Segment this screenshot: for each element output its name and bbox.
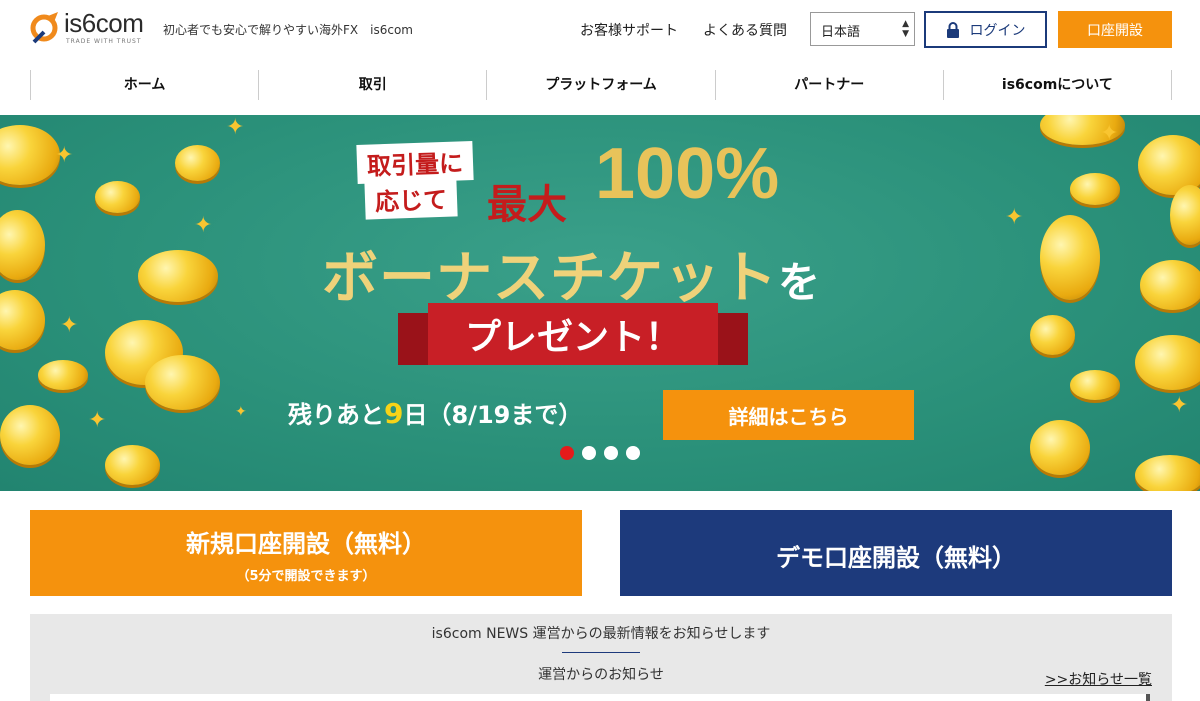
open-live-subtitle: （5分で開設できます） bbox=[236, 569, 376, 584]
site-header: is6com TRADE WITH TRUST 初心者でも安心で解りやすい海外F… bbox=[0, 0, 1200, 60]
main-nav: ホーム 取引 プラットフォーム パートナー is6comについて bbox=[30, 70, 1173, 100]
language-select[interactable]: 日本語 ▲ ▼ bbox=[810, 12, 915, 46]
sparkle-icon: ✦ bbox=[1170, 393, 1189, 418]
sparkle-icon: ✦ bbox=[55, 143, 74, 168]
nav-item-trading[interactable]: 取引 bbox=[258, 70, 486, 100]
news-section: is6com NEWS 運営からの最新情報をお知らせします 運営からのお知らせ … bbox=[30, 614, 1172, 701]
open-live-account-button[interactable]: 新規口座開設（無料） （5分で開設できます） bbox=[30, 510, 582, 596]
banner-detail-button[interactable]: 詳細はこちら bbox=[663, 390, 914, 440]
banner-tag-line2: 応じて bbox=[364, 177, 458, 220]
sparkle-icon: ✦ bbox=[1005, 205, 1024, 230]
carousel-dot-3[interactable] bbox=[604, 446, 618, 460]
news-list bbox=[50, 694, 1150, 701]
coin-decoration bbox=[145, 355, 220, 410]
logo-tagline: TRADE WITH TRUST bbox=[66, 38, 142, 45]
coin-decoration bbox=[175, 145, 220, 181]
logo-text: is6com bbox=[64, 8, 144, 38]
coin-decoration bbox=[1070, 173, 1120, 205]
open-demo-account-button[interactable]: デモ口座開設（無料） bbox=[620, 510, 1172, 596]
sparkle-icon: ✦ bbox=[1100, 121, 1119, 146]
news-subtitle: 運営からのお知らせ bbox=[538, 667, 664, 683]
select-arrows-icon: ▲ ▼ bbox=[902, 19, 909, 39]
coin-decoration bbox=[1040, 215, 1100, 300]
coin-decoration bbox=[95, 181, 140, 213]
coin-decoration bbox=[38, 360, 88, 390]
coin-decoration bbox=[1070, 370, 1120, 400]
open-demo-title: デモ口座開設（無料） bbox=[776, 544, 1016, 572]
promo-banner[interactable]: ✦ ✦ ✦ ✦ ✦ ✦ ✦ ✦ ✦ 取引量に 応じて 最大 100% ボーナスチ… bbox=[0, 115, 1200, 491]
language-value: 日本語 bbox=[821, 25, 861, 40]
sparkle-icon: ✦ bbox=[88, 408, 107, 433]
coin-decoration bbox=[0, 405, 60, 465]
ribbon-text: プレゼント！ bbox=[428, 303, 718, 365]
banner-headline-text: ボーナスチケット bbox=[322, 246, 778, 311]
coin-decoration bbox=[138, 250, 218, 302]
banner-headline: ボーナスチケットを bbox=[322, 233, 821, 314]
coin-decoration bbox=[0, 210, 45, 280]
carousel-dot-1[interactable] bbox=[560, 446, 574, 460]
open-account-button[interactable]: 口座開設 bbox=[1058, 11, 1172, 48]
banner-headline-suffix: を bbox=[778, 258, 822, 307]
carousel-dots bbox=[560, 446, 640, 460]
coin-decoration bbox=[105, 445, 160, 485]
site-tagline: 初心者でも安心で解りやすい海外FX is6com bbox=[163, 23, 413, 37]
news-title: is6com NEWS 運営からの最新情報をお知らせします bbox=[431, 626, 771, 642]
support-link[interactable]: お客様サポート bbox=[580, 20, 678, 40]
logo-mark-icon bbox=[30, 12, 58, 44]
nav-item-platform[interactable]: プラットフォーム bbox=[486, 70, 714, 100]
coin-decoration bbox=[0, 290, 45, 350]
coin-decoration bbox=[0, 125, 60, 185]
carousel-dot-2[interactable] bbox=[582, 446, 596, 460]
site-logo[interactable]: is6com TRADE WITH TRUST bbox=[30, 8, 150, 50]
nav-item-home[interactable]: ホーム bbox=[30, 70, 258, 100]
sparkle-icon: ✦ bbox=[60, 313, 79, 338]
banner-percent: 100% bbox=[595, 134, 780, 214]
remain-prefix: 残りあと bbox=[288, 401, 384, 429]
coin-decoration bbox=[1140, 260, 1200, 310]
coin-decoration bbox=[1030, 420, 1090, 475]
login-button[interactable]: ログイン bbox=[924, 11, 1047, 48]
banner-ribbon: プレゼント！ bbox=[398, 303, 748, 373]
open-live-title: 新規口座開設（無料） bbox=[186, 530, 426, 558]
news-divider bbox=[562, 652, 640, 653]
nav-item-partner[interactable]: パートナー bbox=[714, 70, 943, 100]
banner-remaining: 残りあと9日（8/19まで） bbox=[288, 395, 582, 430]
news-scrollbar[interactable] bbox=[1146, 694, 1150, 701]
carousel-dot-4[interactable] bbox=[626, 446, 640, 460]
coin-decoration bbox=[1135, 455, 1200, 491]
news-all-link[interactable]: >>お知らせ一覧 bbox=[1045, 669, 1152, 689]
sparkle-icon: ✦ bbox=[235, 404, 247, 420]
banner-max-label: 最大 bbox=[487, 182, 567, 228]
coin-decoration bbox=[1170, 185, 1200, 245]
coin-decoration bbox=[1135, 335, 1200, 390]
nav-item-about[interactable]: is6comについて bbox=[942, 70, 1173, 100]
lock-icon bbox=[946, 21, 959, 38]
faq-link[interactable]: よくある質問 bbox=[703, 20, 787, 40]
remain-suffix: 日（8/19まで） bbox=[403, 401, 583, 429]
login-label: ログイン bbox=[969, 22, 1026, 39]
sparkle-icon: ✦ bbox=[194, 213, 213, 238]
sparkle-icon: ✦ bbox=[226, 115, 245, 140]
remain-days: 9 bbox=[384, 397, 404, 430]
coin-decoration bbox=[1030, 315, 1075, 355]
